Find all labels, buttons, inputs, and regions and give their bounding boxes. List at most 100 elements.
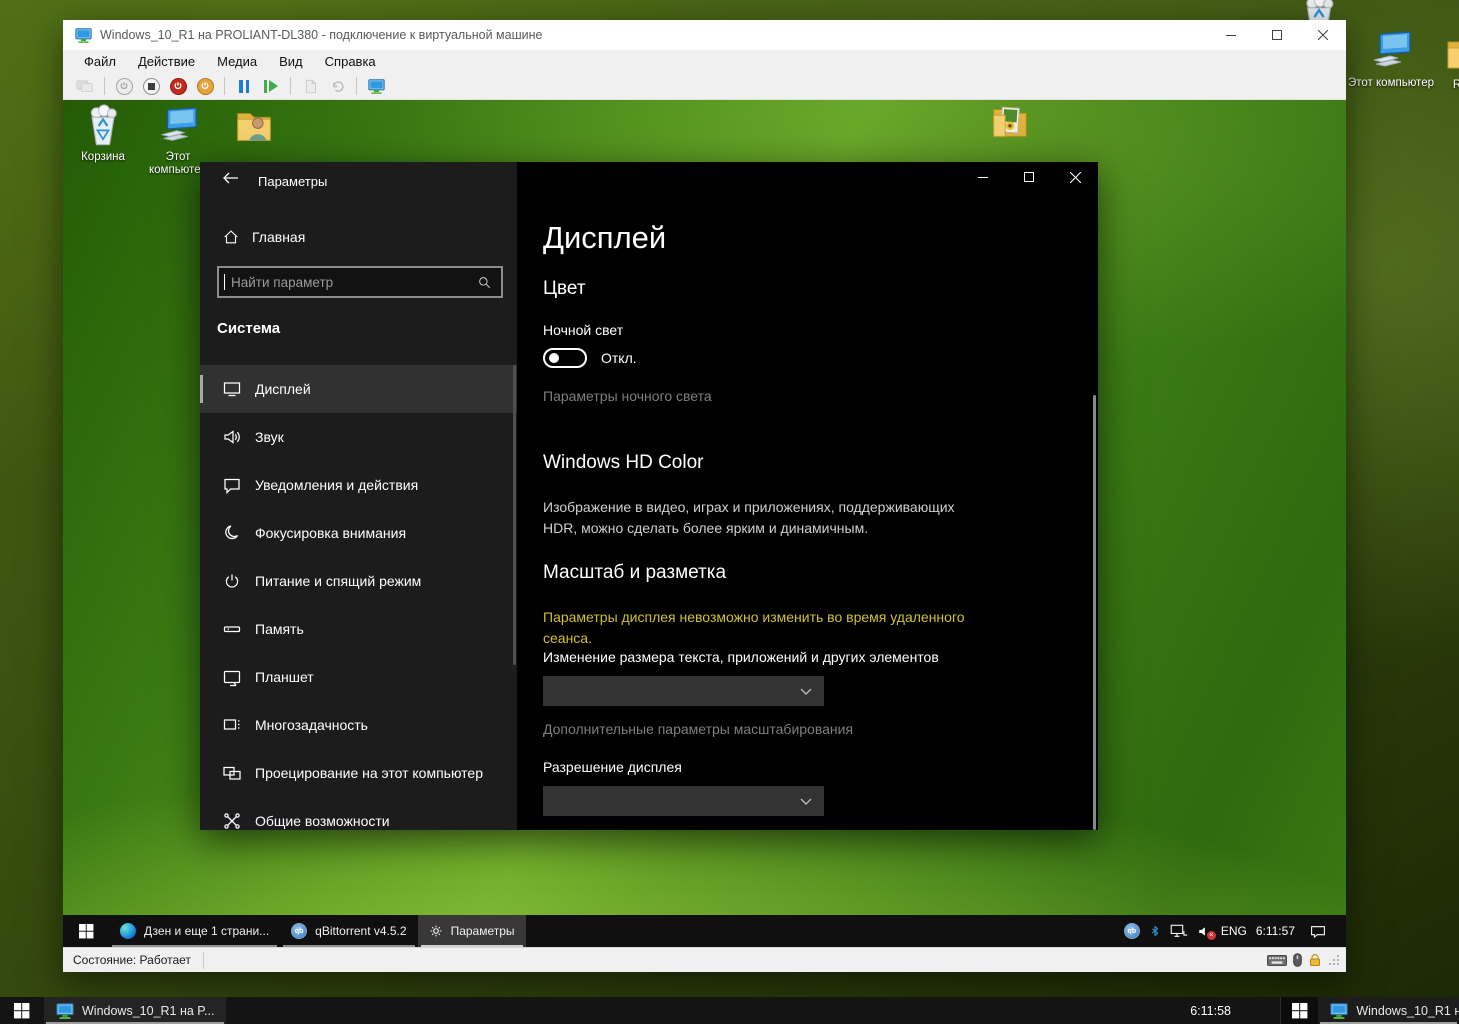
volume-muted-icon[interactable]: × [1197, 924, 1212, 939]
night-light-toggle[interactable] [543, 348, 587, 368]
save-vm-button[interactable] [193, 75, 217, 97]
bluetooth-icon[interactable] [1149, 923, 1161, 939]
close-button[interactable] [1300, 20, 1346, 50]
taskbar-task-edge[interactable]: Дзен и еще 1 страни... [109, 915, 280, 947]
menu-action[interactable]: Действие [127, 54, 206, 69]
menu-help[interactable]: Справка [314, 54, 387, 69]
sidebar-item-label: Многозадачность [255, 717, 368, 733]
menu-file[interactable]: Файл [73, 54, 127, 69]
host-task-hyperv-2[interactable]: Windows_10_R1 на P. [1318, 997, 1459, 1024]
menu-bar: Файл Действие Медиа Вид Справка [63, 50, 1346, 73]
minimize-button[interactable] [1208, 20, 1254, 50]
search-icon[interactable] [477, 275, 492, 290]
network-icon[interactable] [1170, 923, 1188, 939]
sidebar-item-power[interactable]: Питание и спящий режим [200, 557, 517, 605]
scaling-dropdown[interactable] [543, 676, 824, 706]
home-icon [222, 228, 240, 246]
sidebar-item-shared-experiences[interactable]: Общие возможности [200, 797, 517, 845]
resume-vm-button[interactable] [259, 75, 283, 97]
sidebar-item-storage[interactable]: Память [200, 605, 517, 653]
host-folder-label: Rom [1430, 79, 1459, 92]
shutdown-vm-button[interactable] [166, 75, 190, 97]
sidebar-item-label: Проецирование на этот компьютер [255, 765, 483, 781]
sidebar-item-projecting[interactable]: Проецирование на этот компьютер [200, 749, 517, 797]
sidebar-item-label: Планшет [255, 669, 314, 685]
vm-recycle-bin-label: Корзина [70, 151, 136, 164]
host-start-button[interactable] [0, 997, 44, 1024]
settings-minimize-button[interactable] [960, 162, 1006, 192]
night-light-label: Ночной свет [543, 322, 623, 338]
vm-pictures-folder[interactable] [977, 100, 1043, 147]
sidebar-item-label: Общие возможности [255, 813, 390, 829]
status-separator [203, 952, 204, 969]
vm-clock[interactable]: 6:11:57 [1256, 924, 1295, 938]
settings-content: Дисплей Цвет Ночной свет Откл. Параметры… [517, 162, 1098, 830]
language-indicator[interactable]: ENG [1221, 924, 1247, 938]
sidebar-item-tablet[interactable]: Планшет [200, 653, 517, 701]
host-clock[interactable]: 6:11:58 [1190, 997, 1231, 1024]
resolution-dropdown[interactable] [543, 786, 824, 816]
maximize-button[interactable] [1254, 20, 1300, 50]
sidebar-item-focus-assist[interactable]: Фокусировка внимания [200, 509, 517, 557]
host-folder-icon[interactable]: Rom [1430, 30, 1459, 92]
moon-icon [222, 523, 242, 543]
sidebar-item-label: Уведомления и действия [255, 477, 418, 493]
sidebar-scrollbar[interactable] [513, 365, 516, 665]
power-icon [222, 571, 242, 591]
search-input[interactable] [225, 275, 477, 290]
stop-vm-button[interactable] [139, 75, 163, 97]
tray-qbittorrent-icon[interactable]: qb [1124, 923, 1140, 939]
keyboard-status-icon [1267, 955, 1287, 966]
task-label: Дзен и еще 1 страни... [144, 924, 269, 938]
multitasking-icon [222, 715, 242, 735]
enhanced-session-button[interactable] [364, 75, 388, 97]
night-light-settings-link[interactable]: Параметры ночного света [543, 388, 712, 404]
toggle-knob [549, 353, 559, 363]
screen: Этот компьютер Rom Windows_10_R1 на PROL… [0, 0, 1459, 1024]
sidebar-item-notifications[interactable]: Уведомления и действия [200, 461, 517, 509]
hyperv-task-icon [1330, 1002, 1348, 1020]
toolbar-separator [224, 77, 225, 95]
back-button[interactable] [214, 164, 248, 192]
settings-close-button[interactable] [1052, 162, 1098, 192]
hd-color-description: Изображение в видео, играх и приложениях… [543, 497, 975, 539]
revert-button[interactable] [325, 75, 349, 97]
hyperv-titlebar: Windows_10_R1 на PROLIANT-DL380 - подклю… [63, 20, 1346, 50]
advanced-scaling-link[interactable]: Дополнительные параметры масштабирования [543, 721, 853, 737]
menu-media[interactable]: Медиа [206, 54, 268, 69]
chevron-down-icon [800, 798, 812, 805]
settings-maximize-button[interactable] [1006, 162, 1052, 192]
sidebar-item-home[interactable]: Главная [200, 220, 517, 254]
pause-vm-button[interactable] [232, 75, 256, 97]
host-task-hyperv[interactable]: Windows_10_R1 на P... [44, 997, 226, 1024]
task-label: qBittorrent v4.5.2 [315, 924, 406, 938]
sidebar-item-multitasking[interactable]: Многозадачность [200, 701, 517, 749]
hyperv-window: Windows_10_R1 на PROLIANT-DL380 - подклю… [63, 20, 1346, 972]
start-vm-button[interactable] [112, 75, 136, 97]
toolbar-separator [356, 77, 357, 95]
checkpoint-button[interactable] [298, 75, 322, 97]
ctrl-alt-del-button[interactable] [73, 75, 97, 97]
task-label: Параметры [451, 924, 515, 938]
this-pc-icon [156, 104, 200, 148]
menu-view[interactable]: Вид [268, 54, 314, 69]
qbittorrent-icon: qb [291, 923, 307, 939]
gear-icon [429, 924, 443, 938]
secondary-monitor-taskbar: Windows_10_R1 на P. [1280, 997, 1459, 1024]
action-center-icon[interactable] [1310, 924, 1326, 939]
sidebar-item-sound[interactable]: Звук [200, 413, 517, 461]
vm-start-button[interactable] [63, 915, 109, 947]
resize-grip[interactable] [1328, 954, 1340, 966]
vm-user-folder[interactable] [221, 104, 287, 151]
sidebar-item-display[interactable]: Дисплей [200, 365, 517, 413]
host-start-button-2[interactable] [1281, 997, 1318, 1024]
taskbar-task-qbittorrent[interactable]: qb qBittorrent v4.5.2 [280, 915, 417, 947]
chevron-down-icon [800, 688, 812, 695]
section-heading: Система [217, 320, 280, 337]
toolbar [63, 73, 1346, 100]
notifications-icon [222, 475, 242, 495]
user-folder-icon [232, 104, 276, 148]
vm-recycle-bin[interactable]: Корзина [70, 104, 136, 164]
taskbar-task-settings[interactable]: Параметры [418, 915, 526, 947]
content-scrollbar[interactable] [1093, 395, 1096, 830]
